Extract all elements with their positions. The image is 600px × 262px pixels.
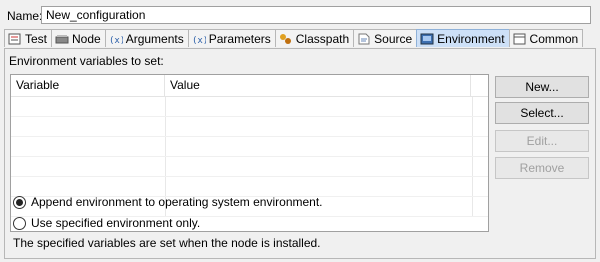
info-text: The specified variables are set when the…	[13, 236, 321, 250]
new-button[interactable]: New...	[495, 76, 589, 98]
tab-bar: Test Node (x)= Arguments (x)= Parameters…	[4, 29, 584, 49]
tab-label: Arguments	[125, 31, 184, 46]
append-option[interactable]: Append environment to operating system e…	[13, 195, 323, 209]
table-row	[11, 157, 488, 177]
tab-test[interactable]: Test	[4, 29, 53, 47]
column-header-variable[interactable]: Variable	[11, 75, 165, 96]
environment-panel: Environment variables to set: Variable V…	[4, 48, 596, 259]
tab-source[interactable]: Source	[353, 29, 418, 47]
column-header-value[interactable]: Value	[165, 75, 471, 96]
test-icon	[8, 33, 22, 45]
table-row	[11, 117, 488, 137]
tab-label: Parameters	[208, 31, 271, 46]
tab-label: Classpath	[295, 31, 350, 46]
tab-classpath[interactable]: Classpath	[274, 29, 355, 47]
select-button[interactable]: Select...	[495, 102, 589, 124]
section-label: Environment variables to set:	[9, 54, 164, 68]
table-row	[11, 177, 488, 197]
tab-label: Test	[25, 31, 48, 46]
name-row: Name:	[7, 6, 591, 26]
append-label: Append environment to operating system e…	[31, 195, 323, 209]
tab-label: Source	[374, 31, 413, 46]
arguments-icon: (x)=	[109, 33, 131, 46]
tab-parameters[interactable]: (x)= Parameters	[187, 29, 276, 47]
tab-label: Common	[529, 31, 579, 46]
parameters-icon: (x)=	[192, 33, 214, 46]
table-row	[11, 97, 488, 117]
configuration-name-input[interactable]	[41, 6, 591, 24]
edit-button[interactable]: Edit...	[495, 130, 589, 152]
tab-label: Environment	[437, 31, 505, 46]
specified-only-option[interactable]: Use specified environment only.	[13, 216, 200, 230]
environment-icon	[420, 33, 434, 45]
remove-button[interactable]: Remove	[495, 157, 589, 179]
specified-only-label: Use specified environment only.	[31, 216, 201, 230]
name-label: Name:	[7, 9, 43, 23]
common-icon	[513, 33, 527, 45]
table-header: Variable Value	[11, 75, 488, 97]
tab-node[interactable]: Node	[51, 29, 106, 47]
svg-text:(x)=: (x)=	[109, 36, 123, 45]
node-icon	[55, 33, 69, 45]
svg-text:(x)=: (x)=	[192, 36, 206, 45]
source-icon	[357, 33, 371, 45]
append-radio[interactable]	[13, 195, 26, 209]
tab-common[interactable]: Common	[508, 29, 584, 47]
classpath-icon	[279, 33, 293, 45]
table-row	[11, 137, 488, 157]
tab-environment[interactable]: Environment	[416, 29, 510, 47]
tab-label: Node	[72, 31, 101, 46]
tab-arguments[interactable]: (x)= Arguments	[104, 29, 189, 47]
specified-only-radio[interactable]	[13, 216, 26, 230]
